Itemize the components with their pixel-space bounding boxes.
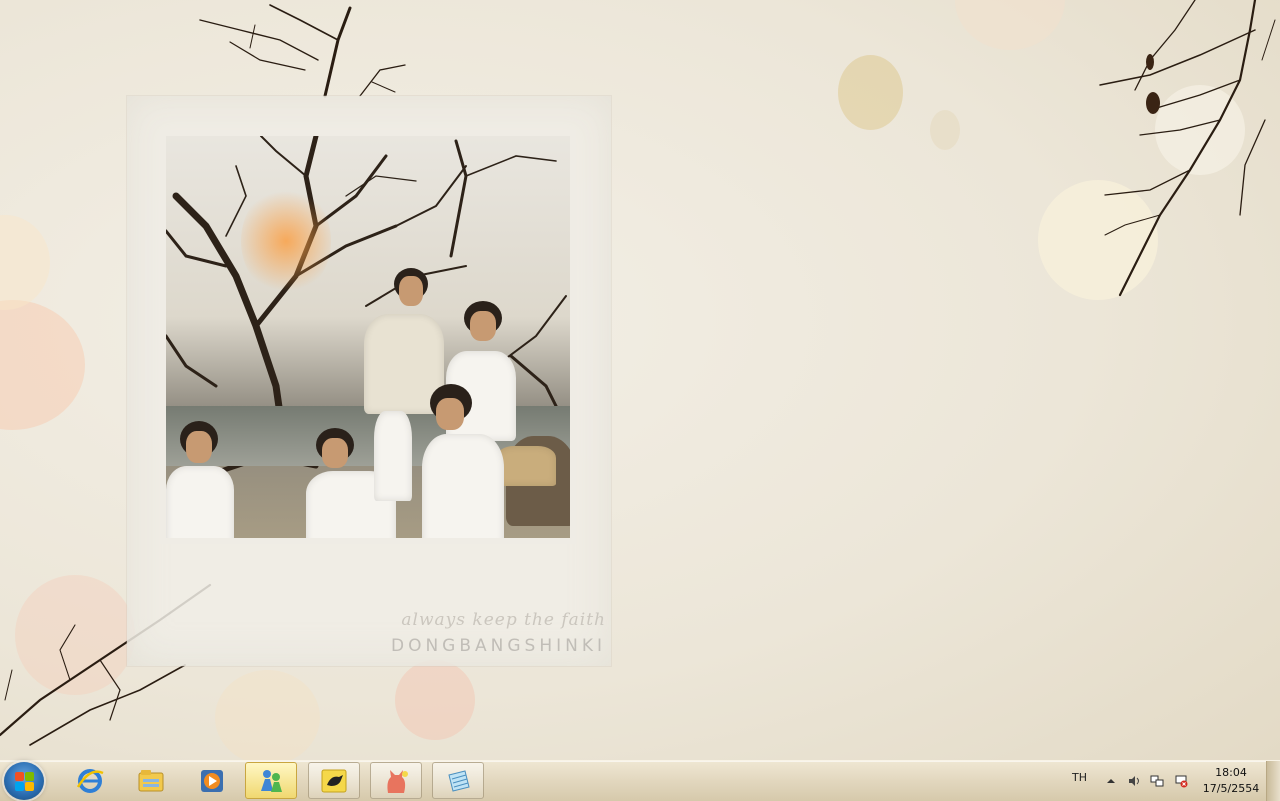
taskbar-windows-explorer[interactable] xyxy=(125,762,177,799)
windows-logo-icon-q2 xyxy=(25,772,34,781)
notepad-icon xyxy=(448,769,470,792)
group-photo xyxy=(160,130,576,544)
wallpaper-brand: DONGBANGSHINKI xyxy=(390,636,606,656)
clock-date: 17/5/2554 xyxy=(1202,782,1260,795)
cat-app-icon xyxy=(387,769,408,793)
clock-time: 18:04 xyxy=(1215,766,1247,779)
desktop-wallpaper: always keep the faith DONGBANGSHINKI xyxy=(0,0,1280,760)
show-desktop-button[interactable] xyxy=(1266,761,1280,801)
network-icon[interactable] xyxy=(1150,774,1164,788)
taskbar: TH 18:04 17/5/2554 xyxy=(0,760,1280,801)
windows-logo-icon-q4 xyxy=(25,782,34,791)
start-button[interactable] xyxy=(4,762,44,800)
bird-app-icon xyxy=(321,769,347,792)
taskbar-media-player[interactable] xyxy=(186,762,238,799)
windows-logo-icon xyxy=(15,772,24,781)
taskbar-internet-explorer[interactable] xyxy=(64,762,116,799)
photo-light-flare xyxy=(241,186,331,296)
messenger-icon xyxy=(261,769,282,792)
action-center-icon[interactable] xyxy=(1174,774,1188,788)
wallpaper-caption: always keep the faith xyxy=(401,610,606,630)
windows-logo-icon-q3 xyxy=(15,782,24,791)
language-indicator[interactable]: TH xyxy=(1072,771,1087,784)
windows-explorer-icon xyxy=(138,769,164,791)
media-player-icon xyxy=(201,769,223,792)
show-hidden-icons-icon[interactable] xyxy=(1104,774,1118,788)
internet-explorer-icon xyxy=(76,768,104,793)
clock[interactable]: 18:04 17/5/2554 xyxy=(1196,765,1266,797)
taskbar-messenger[interactable] xyxy=(245,762,297,799)
taskbar-bird-app[interactable] xyxy=(308,762,360,799)
volume-icon[interactable] xyxy=(1127,774,1141,788)
taskbar-cat-app[interactable] xyxy=(370,762,422,799)
taskbar-notepad[interactable] xyxy=(432,762,484,799)
